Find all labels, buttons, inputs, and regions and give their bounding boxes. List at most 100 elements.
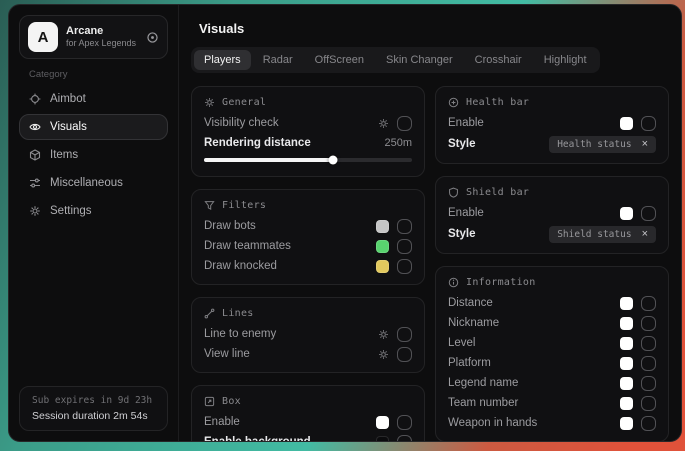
setting-row: Weapon in hands: [448, 413, 656, 433]
setting-row: Style Health status ×: [448, 133, 656, 155]
right-column: Health bar Enable Style Health status: [435, 86, 669, 441]
tab-skin-changer[interactable]: Skin Changer: [376, 50, 463, 70]
tab-offscreen[interactable]: OffScreen: [305, 50, 374, 70]
app-tagline: for Apex Legends: [66, 38, 138, 49]
color-swatch[interactable]: [620, 397, 633, 410]
weapon-in-hands-checkbox[interactable]: [641, 416, 656, 431]
color-swatch[interactable]: [376, 240, 389, 253]
view-line-checkbox[interactable]: [397, 347, 412, 362]
team-number-checkbox[interactable]: [641, 396, 656, 411]
level-checkbox[interactable]: [641, 336, 656, 351]
color-swatch[interactable]: [620, 317, 633, 330]
setting-label: Team number: [448, 397, 518, 409]
section-title: Health bar: [466, 97, 529, 108]
tab-highlight[interactable]: Highlight: [534, 50, 597, 70]
page-title: Visuals: [199, 21, 669, 36]
setting-label: Nickname: [448, 317, 499, 329]
shield-icon: [448, 187, 459, 198]
cube-icon: [29, 149, 41, 161]
color-swatch[interactable]: [620, 207, 633, 220]
sidebar-item-visuals[interactable]: Visuals: [19, 114, 168, 140]
rendering-distance-value: 250m: [384, 137, 412, 149]
setting-label: Distance: [448, 297, 493, 309]
setting-row: Draw knocked: [204, 256, 412, 276]
shield-enable-checkbox[interactable]: [641, 206, 656, 221]
draw-knocked-checkbox[interactable]: [397, 259, 412, 274]
setting-row: Team number: [448, 393, 656, 413]
eye-icon: [29, 121, 41, 133]
gear-icon[interactable]: [378, 118, 389, 129]
setting-row: View line: [204, 344, 412, 364]
tab-radar[interactable]: Radar: [253, 50, 303, 70]
rendering-distance-slider[interactable]: [204, 158, 412, 162]
section-title: Box: [222, 396, 241, 407]
gear-icon[interactable]: [378, 349, 389, 360]
visibility-check-checkbox[interactable]: [397, 116, 412, 131]
sidebar-item-miscellaneous[interactable]: Miscellaneous: [19, 170, 168, 196]
setting-row: Enable: [448, 113, 656, 133]
setting-row: Style Shield status ×: [448, 223, 656, 245]
box-enable-checkbox[interactable]: [397, 415, 412, 430]
setting-row: Level: [448, 333, 656, 353]
legend-name-checkbox[interactable]: [641, 376, 656, 391]
app-header: A Arcane for Apex Legends: [19, 15, 168, 59]
setting-label: Style: [448, 138, 476, 150]
color-swatch[interactable]: [620, 377, 633, 390]
slider-thumb[interactable]: [328, 156, 337, 165]
shield-style-value: Shield status: [557, 229, 631, 240]
box-icon: [204, 396, 215, 407]
nickname-checkbox[interactable]: [641, 316, 656, 331]
setting-row: Platform: [448, 353, 656, 373]
line-icon: [204, 308, 215, 319]
close-icon[interactable]: ×: [642, 139, 648, 150]
distance-checkbox[interactable]: [641, 296, 656, 311]
setting-label: Enable: [448, 207, 484, 219]
section-general: General Visibility check: [191, 86, 425, 177]
color-swatch[interactable]: [376, 220, 389, 233]
sliders-icon: [29, 177, 41, 189]
color-swatch[interactable]: [376, 436, 389, 442]
color-swatch[interactable]: [376, 416, 389, 429]
sidebar-item-aimbot[interactable]: Aimbot: [19, 86, 168, 112]
sidebar-item-settings[interactable]: Settings: [19, 198, 168, 224]
setting-label: Enable: [448, 117, 484, 129]
tab-players[interactable]: Players: [194, 50, 251, 70]
draw-teammates-checkbox[interactable]: [397, 239, 412, 254]
sidebar-item-label: Items: [50, 149, 78, 161]
sidebar-item-items[interactable]: Items: [19, 142, 168, 168]
setting-row: Legend name: [448, 373, 656, 393]
color-swatch[interactable]: [620, 337, 633, 350]
section-filters: Filters Draw bots Draw teammates: [191, 189, 425, 285]
setting-label: Draw teammates: [204, 240, 291, 252]
line-to-enemy-checkbox[interactable]: [397, 327, 412, 342]
tab-crosshair[interactable]: Crosshair: [465, 50, 532, 70]
close-icon[interactable]: ×: [642, 229, 648, 240]
target-icon[interactable]: [146, 31, 159, 44]
color-swatch[interactable]: [620, 417, 633, 430]
color-swatch[interactable]: [376, 260, 389, 273]
draw-bots-checkbox[interactable]: [397, 219, 412, 234]
section-title: Filters: [222, 200, 266, 211]
setting-row: Enable: [448, 203, 656, 223]
setting-label: Weapon in hands: [448, 417, 537, 429]
color-swatch[interactable]: [620, 357, 633, 370]
left-column: General Visibility check: [191, 86, 425, 441]
setting-row: Visibility check: [204, 113, 412, 133]
app-window: A Arcane for Apex Legends Category Aimbo…: [8, 4, 682, 442]
setting-label: Visibility check: [204, 117, 279, 129]
section-box: Box Enable Enable background: [191, 385, 425, 441]
health-enable-checkbox[interactable]: [641, 116, 656, 131]
subscription-expiry: Sub expires in 9d 23h: [32, 395, 155, 406]
color-swatch[interactable]: [620, 117, 633, 130]
platform-checkbox[interactable]: [641, 356, 656, 371]
health-style-select[interactable]: Health status ×: [549, 136, 656, 153]
gear-icon: [29, 205, 41, 217]
color-swatch[interactable]: [620, 297, 633, 310]
section-title: Information: [466, 277, 536, 288]
section-title: Shield bar: [466, 187, 529, 198]
gear-icon[interactable]: [378, 329, 389, 340]
box-background-checkbox[interactable]: [397, 435, 412, 442]
shield-style-select[interactable]: Shield status ×: [549, 226, 656, 243]
setting-label: View line: [204, 348, 250, 360]
category-label: Category: [29, 69, 178, 80]
